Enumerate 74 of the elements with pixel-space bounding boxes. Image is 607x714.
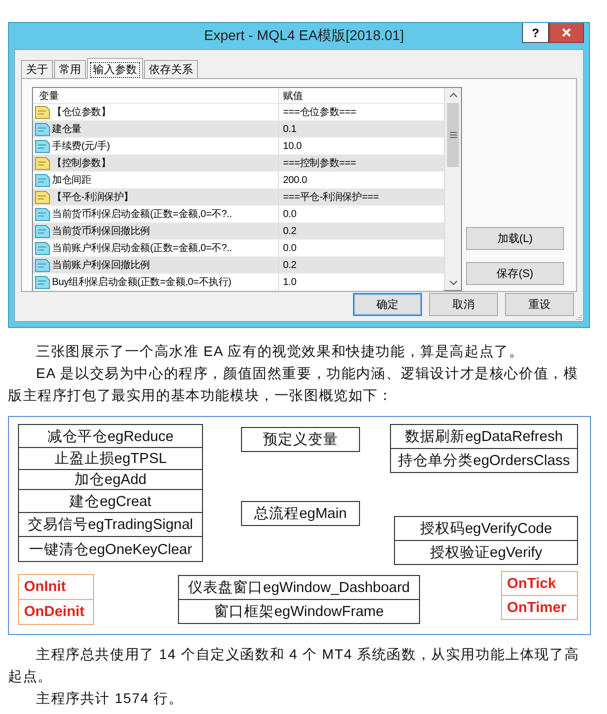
document-icon xyxy=(35,174,50,186)
module-box: 加仓egAdd xyxy=(18,469,203,490)
parameter-value[interactable]: 0.0 xyxy=(279,240,444,256)
document-icon xyxy=(35,190,50,204)
event-box: OnDeinit xyxy=(18,599,94,625)
module-box: 建仓egCreat xyxy=(18,489,203,513)
side-button[interactable]: 加载(L) xyxy=(466,227,564,250)
paragraph: EA 是以交易为中心的程序，颜值固然重要，功能内涵、逻辑设计才是核心价值，模版主程序打包了最实用的基本功能模块，一张图概览如下： xyxy=(8,364,580,405)
resize-grip-icon xyxy=(576,314,582,320)
module-box: 止盈止损egTPSL xyxy=(18,447,203,470)
parameter-name: 当前货币利保回撤比例 xyxy=(52,224,150,238)
parameter-value[interactable]: 1.0 xyxy=(279,274,444,290)
document-icon xyxy=(35,224,50,238)
tab[interactable]: 关于 xyxy=(21,60,53,78)
event-box: OnTick xyxy=(501,571,578,596)
scroll-thumb[interactable] xyxy=(447,103,459,167)
help-button[interactable]: ? xyxy=(522,23,549,43)
document-icon xyxy=(35,140,50,152)
module-box: 减仓平仓egReduce xyxy=(18,424,203,448)
module-box: 持仓单分类egOrdersClass xyxy=(390,448,578,473)
event-box: OnInit xyxy=(18,574,94,600)
parameter-value[interactable]: ===平仓-利润保护=== xyxy=(279,189,444,205)
parameter-value[interactable]: ===仓位参数=== xyxy=(279,104,444,120)
parameter-value[interactable]: ===控制参数=== xyxy=(279,155,444,171)
parameter-name: Buy组利保启动金额(正数=金额,0=不执行) xyxy=(52,276,232,289)
document-icon xyxy=(35,208,50,220)
document-icon xyxy=(35,156,50,170)
document-icon xyxy=(35,276,50,288)
module-box: 预定义变量 xyxy=(241,427,360,452)
document-icon xyxy=(35,242,50,254)
grip-icon xyxy=(450,132,456,138)
document-icon xyxy=(35,122,50,136)
parameter-value[interactable]: 10.0 xyxy=(279,138,444,154)
module-box: 总流程egMain xyxy=(241,501,360,526)
parameter-value[interactable]: 0.2 xyxy=(279,223,444,239)
parameter-name: 当前货币利保启动金额(正数=金额,0=不?.. xyxy=(52,208,232,221)
side-button[interactable]: 保存(S) xyxy=(466,262,564,285)
paragraph: 主程序共计 1574 行。 xyxy=(35,689,184,708)
tab[interactable]: 输入参数 xyxy=(87,58,143,79)
parameter-value[interactable]: 200.0 xyxy=(279,172,444,188)
module-box: 数据刷新egDataRefresh xyxy=(390,424,578,449)
parameter-name: 【控制参数】 xyxy=(52,156,111,170)
parameter-name: 【平仓-利润保护】 xyxy=(52,190,134,204)
dialog-button[interactable]: 确定 xyxy=(353,293,422,316)
module-box: 一键清仓egOneKeyClear xyxy=(18,536,203,562)
scrollbar[interactable] xyxy=(444,88,461,290)
module-box: 仪表盘窗口egWindow_Dashboard xyxy=(178,575,420,600)
document-icon xyxy=(35,258,50,272)
parameter-value[interactable]: 0.1 xyxy=(279,121,444,137)
parameter-value[interactable]: 0.0 xyxy=(279,206,444,222)
paragraph: 三张图展示了一个高水准 EA 应有的视觉效果和快捷功能，算是高起点了。 xyxy=(35,342,525,361)
dialog-button[interactable]: 取消 xyxy=(429,293,498,316)
close-icon xyxy=(562,28,571,37)
paragraph: 主程序总共使用了 14 个自定义函数和 4 个 MT4 系统函数，从实用功能上体现了高起点。 xyxy=(8,645,580,686)
dialog-button[interactable]: 重设 xyxy=(505,293,574,316)
parameter-value[interactable]: 0.2 xyxy=(279,257,444,273)
close-button[interactable] xyxy=(549,23,584,43)
event-box: OnTimer xyxy=(501,595,578,620)
parameter-name: 加仓间距 xyxy=(52,174,92,187)
parameter-name: 手续费(元/手) xyxy=(52,140,110,153)
module-box: 窗口框架egWindowFrame xyxy=(178,599,420,624)
module-box: 授权验证egVerify xyxy=(394,540,578,565)
document-icon xyxy=(35,106,50,118)
parameter-name: 当前账户利保回撤比例 xyxy=(52,258,150,272)
module-box: 授权码egVerifyCode xyxy=(394,516,578,541)
tab[interactable]: 依存关系 xyxy=(144,60,198,78)
parameter-name: 当前账户利保启动金额(正数=金额,0=不?.. xyxy=(52,242,232,255)
parameter-name: 【仓位参数】 xyxy=(52,106,111,119)
column-header[interactable]: 赋值 xyxy=(279,88,444,103)
column-header[interactable]: 变量 xyxy=(33,88,279,103)
window-title: Expert - MQL4 EA模版[2018.01] xyxy=(204,27,404,45)
module-box: 交易信号egTradingSignal xyxy=(18,512,203,537)
tab[interactable]: 常用 xyxy=(54,60,86,78)
parameter-name: 建仓量 xyxy=(52,122,82,136)
